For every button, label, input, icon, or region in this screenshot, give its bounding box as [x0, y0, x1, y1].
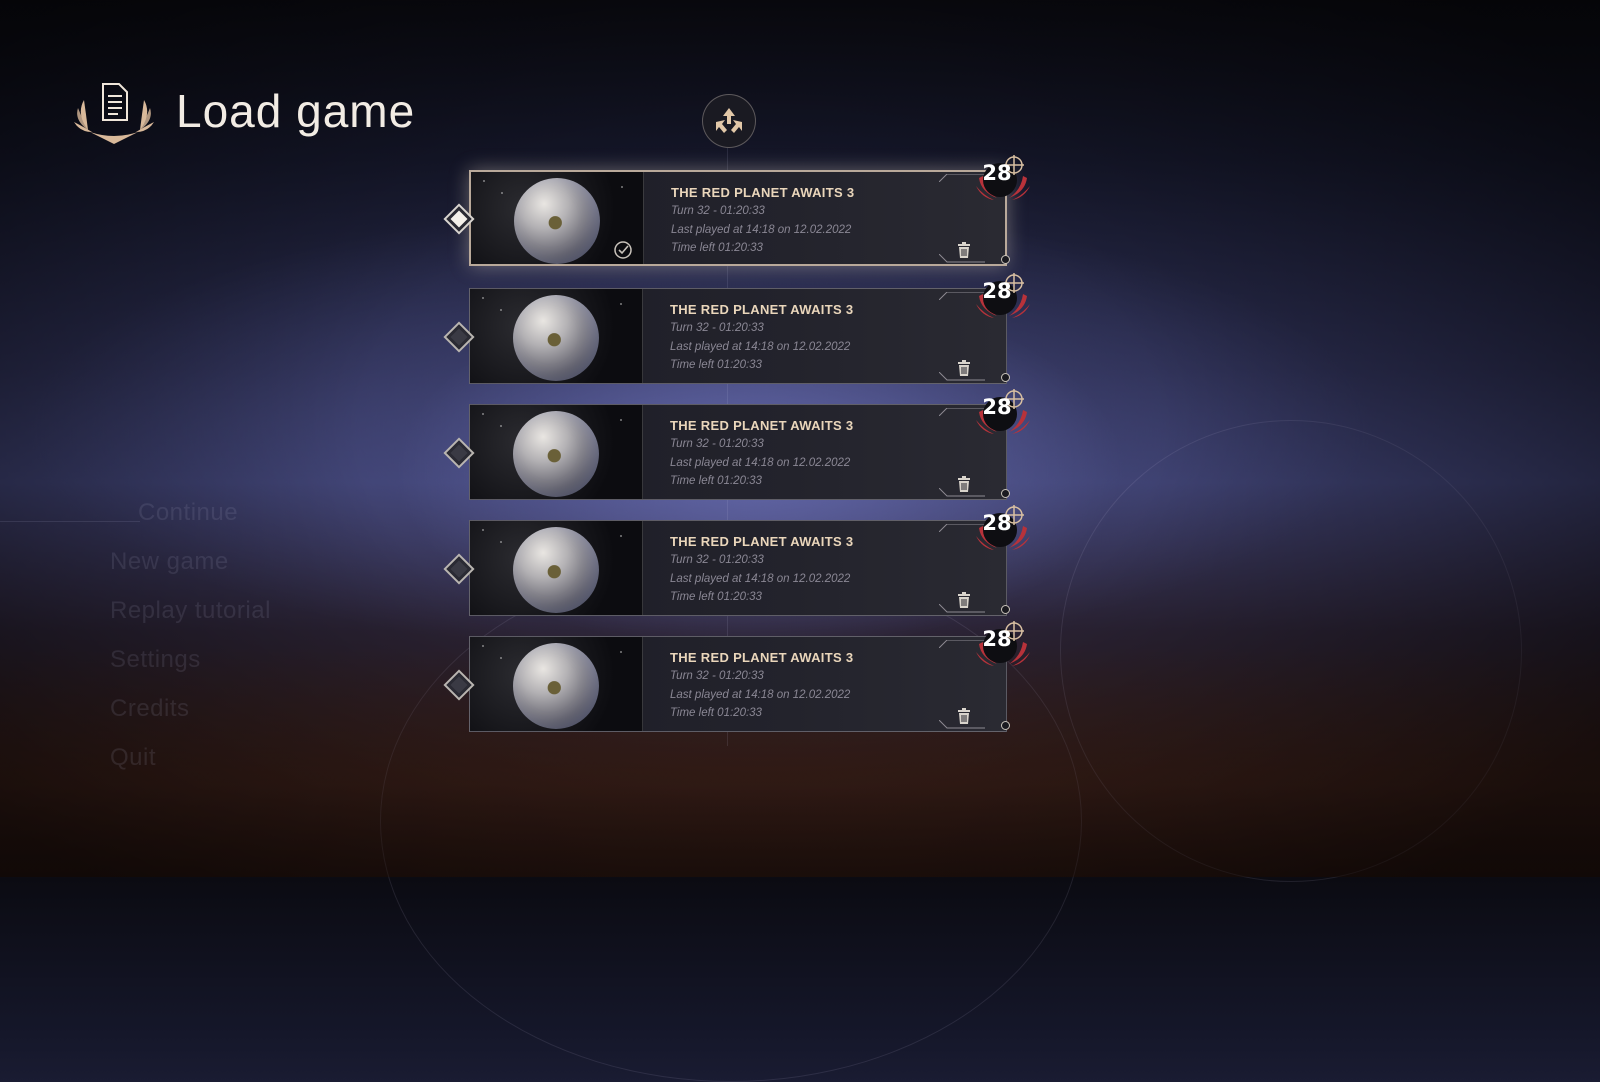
menu-item-credits[interactable]: Credits: [110, 696, 271, 745]
save-turn: Turn 32 - 01:20:33: [670, 670, 764, 682]
save-turn: Turn 32 - 01:20:33: [670, 554, 764, 566]
trash-icon[interactable]: [957, 242, 971, 258]
menu-item-continue[interactable]: Continue: [110, 500, 271, 549]
save-last-played: Last played at 14:18 on 12.02.2022: [670, 340, 851, 353]
save-info: THE RED PLANET AWAITS 3 Turn 32 - 01:20:…: [670, 534, 853, 608]
menu-item-settings[interactable]: Settings: [110, 647, 271, 696]
planet-image: [513, 411, 599, 497]
save-title: THE RED PLANET AWAITS 3: [670, 650, 854, 665]
trash-icon[interactable]: [957, 360, 971, 376]
connector-dot: [1001, 373, 1010, 382]
menu-item-quit[interactable]: Quit: [110, 745, 271, 794]
select-diamond-icon[interactable]: [441, 667, 477, 703]
connector-dot: [1001, 605, 1010, 614]
save-thumbnail: [470, 289, 643, 383]
save-slot[interactable]: THE RED PLANET AWAITS 3 Turn 32 - 01:20:…: [443, 389, 1035, 502]
select-diamond-icon[interactable]: [441, 551, 477, 587]
rank-number: 28: [982, 279, 1012, 303]
planet-image: [513, 527, 599, 613]
save-info: THE RED PLANET AWAITS 3 Turn 32 - 01:20:…: [670, 418, 853, 492]
save-time-left: Time left 01:20:33: [670, 359, 762, 371]
save-turn: Turn 32 - 01:20:33: [671, 205, 765, 217]
save-title: THE RED PLANET AWAITS 3: [671, 185, 855, 200]
connector-dot: [1001, 255, 1010, 264]
save-title: THE RED PLANET AWAITS 3: [670, 418, 854, 433]
save-last-played: Last played at 14:18 on 12.02.2022: [671, 223, 852, 236]
page-title: Load game: [176, 85, 416, 137]
save-slot[interactable]: THE RED PLANET AWAITS 3 Turn 32 - 01:20:…: [443, 505, 1035, 618]
select-diamond-icon[interactable]: [441, 319, 477, 355]
save-thumbnail: [470, 521, 643, 615]
save-card[interactable]: THE RED PLANET AWAITS 3 Turn 32 - 01:20:…: [469, 636, 1007, 732]
select-diamond-icon[interactable]: [441, 435, 477, 471]
rank-number: 28: [982, 161, 1012, 185]
save-thumbnail: [471, 172, 644, 264]
save-card[interactable]: THE RED PLANET AWAITS 3 Turn 32 - 01:20:…: [469, 288, 1007, 384]
save-title: THE RED PLANET AWAITS 3: [670, 302, 854, 317]
trash-icon[interactable]: [957, 708, 971, 724]
save-last-played: Last played at 14:18 on 12.02.2022: [670, 456, 851, 469]
save-info: THE RED PLANET AWAITS 3 Turn 32 - 01:20:…: [670, 650, 853, 724]
planet-image: [513, 643, 599, 729]
rank-number: 28: [982, 395, 1012, 419]
connector-dot: [1001, 721, 1010, 730]
save-info: THE RED PLANET AWAITS 3 Turn 32 - 01:20:…: [670, 302, 853, 376]
save-time-left: Time left 01:20:33: [670, 707, 762, 719]
arrows-emblem-icon: [716, 108, 742, 133]
checkmark-icon: [614, 241, 632, 259]
rank-number: 28: [982, 627, 1012, 651]
save-card[interactable]: THE RED PLANET AWAITS 3 Turn 32 - 01:20:…: [469, 404, 1007, 500]
select-diamond-icon[interactable]: [441, 201, 477, 237]
save-turn: Turn 32 - 01:20:33: [670, 322, 764, 334]
save-last-played: Last played at 14:18 on 12.02.2022: [670, 688, 851, 701]
planet-image: [513, 295, 599, 381]
background-arc: [1060, 420, 1522, 882]
trash-icon[interactable]: [957, 476, 971, 492]
menu-item-new-game[interactable]: New game: [110, 549, 271, 598]
trash-icon[interactable]: [957, 592, 971, 608]
save-card[interactable]: THE RED PLANET AWAITS 3 Turn 32 - 01:20:…: [469, 170, 1007, 266]
laurel-document-icon: [74, 83, 154, 144]
save-title: THE RED PLANET AWAITS 3: [670, 534, 854, 549]
save-slot[interactable]: THE RED PLANET AWAITS 3 Turn 32 - 01:20:…: [443, 155, 1035, 268]
save-time-left: Time left 01:20:33: [670, 591, 762, 603]
save-slot[interactable]: THE RED PLANET AWAITS 3 Turn 32 - 01:20:…: [443, 273, 1035, 386]
save-thumbnail: [470, 637, 643, 731]
planet-image: [514, 178, 600, 264]
save-card[interactable]: THE RED PLANET AWAITS 3 Turn 32 - 01:20:…: [469, 520, 1007, 616]
connector-dot: [1001, 489, 1010, 498]
save-last-played: Last played at 14:18 on 12.02.2022: [670, 572, 851, 585]
save-info: THE RED PLANET AWAITS 3 Turn 32 - 01:20:…: [671, 185, 854, 259]
page-header: Load game: [70, 78, 415, 144]
rank-number: 28: [982, 511, 1012, 535]
save-slot[interactable]: THE RED PLANET AWAITS 3 Turn 32 - 01:20:…: [443, 621, 1035, 734]
save-thumbnail: [470, 405, 643, 499]
save-time-left: Time left 01:20:33: [671, 242, 763, 254]
faction-emblem-icon: [702, 94, 756, 148]
menu-item-replay-tutorial[interactable]: Replay tutorial: [110, 598, 271, 647]
save-time-left: Time left 01:20:33: [670, 475, 762, 487]
save-turn: Turn 32 - 01:20:33: [670, 438, 764, 450]
main-menu: Continue New game Replay tutorial Settin…: [110, 500, 271, 794]
